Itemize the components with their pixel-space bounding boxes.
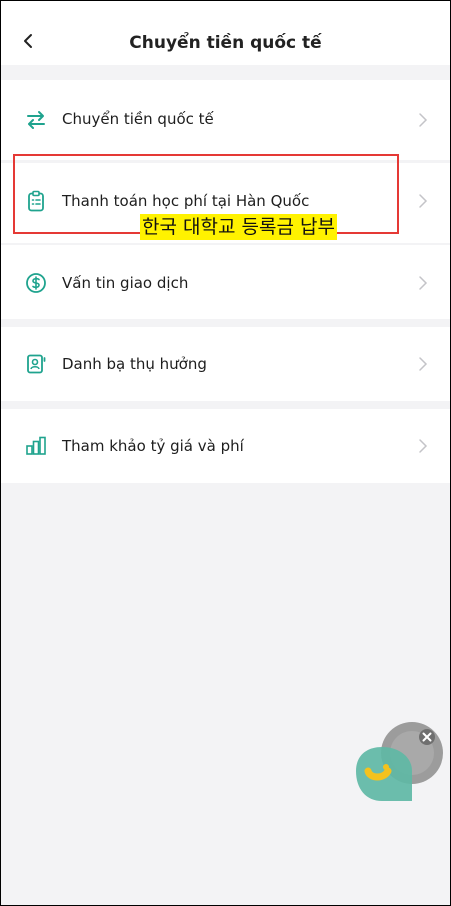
menu-item-international-transfer[interactable]: Chuyển tiền quốc tế: [1, 80, 450, 160]
korean-caption: 한국 대학교 등록금 납부: [140, 214, 337, 240]
chevron-right-icon: [419, 357, 428, 371]
chevron-right-icon: [419, 113, 428, 127]
bar-chart-icon: [26, 436, 46, 455]
transfer-arrows-icon: [27, 111, 45, 129]
chevron-right-icon: [419, 194, 428, 208]
chevron-right-icon: [419, 276, 428, 290]
chat-bubble-icon[interactable]: [354, 719, 446, 809]
page-title: Chuyển tiền quốc tế: [129, 33, 322, 53]
dollar-circle-icon: [26, 273, 46, 293]
top-bar: Chuyển tiền quốc tế: [1, 1, 450, 65]
contact-book-icon: [27, 354, 46, 374]
menu-item-exchange-rates-fees[interactable]: Tham khảo tỷ giá và phí: [1, 409, 450, 483]
menu-item-label: Tham khảo tỷ giá và phí: [62, 437, 244, 455]
chevron-right-icon: [419, 439, 428, 453]
menu-item-label: Danh bạ thụ hưởng: [62, 355, 207, 373]
menu-item-beneficiary-contacts[interactable]: Danh bạ thụ hưởng: [1, 327, 450, 401]
menu-item-transaction-inquiry[interactable]: Vấn tin giao dịch: [1, 245, 450, 319]
app-screen: Chuyển tiền quốc tế Chuyển tiền quốc tế …: [0, 0, 451, 906]
menu-item-label: Vấn tin giao dịch: [62, 274, 189, 292]
menu-item-label: Chuyển tiền quốc tế: [62, 110, 214, 128]
